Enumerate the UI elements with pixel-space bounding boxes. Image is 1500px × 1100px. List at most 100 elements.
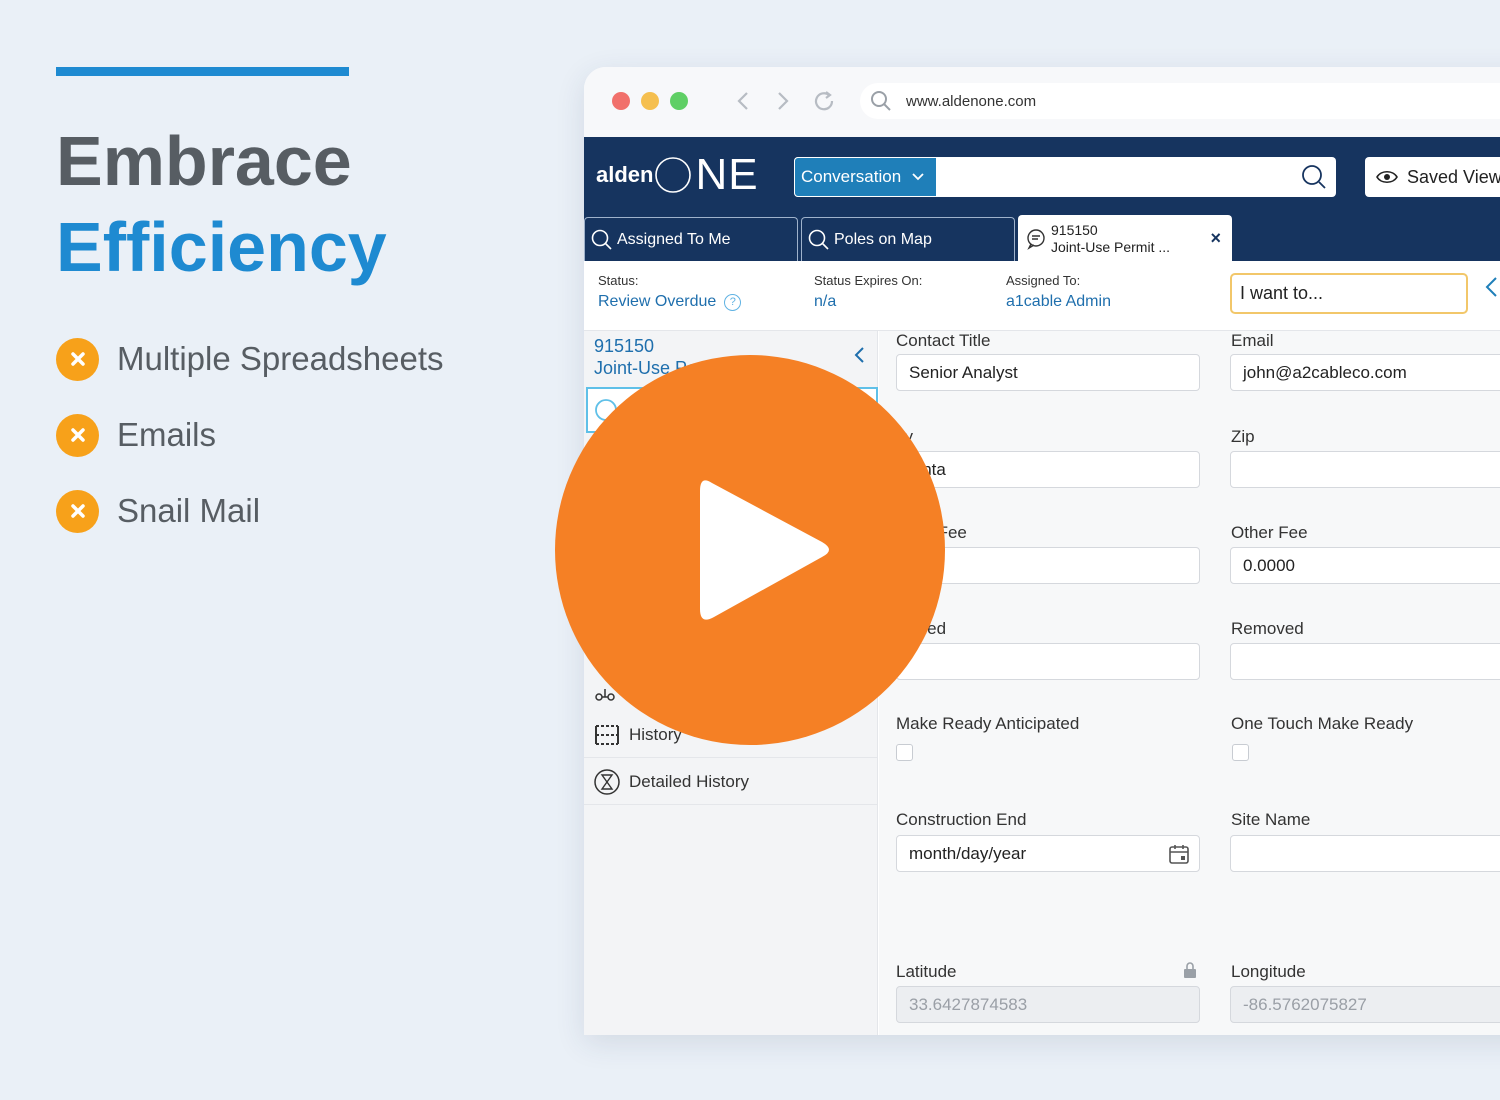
tab-poles-on-map[interactable]: Poles on Map — [801, 217, 1015, 261]
lock-icon — [1184, 962, 1196, 978]
search-icon — [1302, 165, 1326, 189]
email-label: Email — [1231, 331, 1274, 350]
search-scope-label: Conversation — [801, 167, 902, 186]
city-field[interactable]: lanta — [896, 451, 1200, 488]
close-window-button[interactable] — [612, 92, 630, 110]
tab-record-id: 915150 — [1051, 221, 1098, 238]
x-circle-icon — [56, 489, 99, 533]
logo-alden: alden — [596, 162, 654, 187]
url-text: www.aldenone.com — [906, 92, 1037, 110]
lashed-field[interactable] — [896, 643, 1200, 680]
tab-joint-use-permit[interactable]: 915150 Joint-Use Permit ... × — [1018, 215, 1232, 261]
headline-line-1: Embrace — [56, 122, 352, 200]
assigned-to-field: Assigned To: a1cable Admin — [1006, 273, 1111, 311]
problem-list: Multiple Spreadsheets Emails Snail Mail — [56, 337, 444, 565]
forward-icon[interactable] — [768, 87, 796, 115]
record-status-bar: Status: Review Overdue? Status Expires O… — [584, 261, 1500, 331]
make-ready-anticipated-label: Make Ready Anticipated — [896, 714, 1080, 733]
removed-field[interactable] — [1230, 643, 1500, 680]
search-icon — [871, 91, 891, 111]
problem-label: Snail Mail — [117, 492, 261, 529]
tab-label: Assigned To Me — [617, 230, 731, 248]
back-icon[interactable] — [730, 87, 758, 115]
saved-view-button[interactable]: Saved View — [1365, 157, 1500, 197]
minimize-window-button[interactable] — [641, 92, 659, 110]
make-ready-anticipated-checkbox[interactable] — [896, 744, 913, 761]
status-value[interactable]: Review Overdue — [598, 293, 716, 311]
construction-end-label: Construction End — [896, 810, 1027, 829]
status-expires-label: Status Expires On: — [814, 273, 923, 288]
chevron-down-icon — [911, 167, 925, 187]
browser-chrome: www.aldenone.com — [584, 67, 1500, 137]
one-touch-make-ready-label: One Touch Make Ready — [1231, 714, 1414, 733]
search-input[interactable] — [937, 157, 1292, 197]
collapse-sidebar-icon[interactable] — [853, 345, 865, 371]
search-icon — [808, 229, 829, 250]
contact-title-field[interactable]: Senior Analyst — [896, 354, 1200, 391]
sidebar-record-id: 915150 — [594, 336, 655, 356]
zip-field[interactable] — [1230, 451, 1500, 488]
problem-label: Multiple Spreadsheets — [117, 340, 444, 377]
logo-one: NE — [695, 150, 759, 199]
problem-item: Multiple Spreadsheets — [56, 337, 444, 381]
tab-bar: Assigned To Me Poles on Map 915150 Joint… — [584, 215, 1235, 261]
status-expires-value: n/a — [814, 293, 837, 310]
assigned-to-value[interactable]: a1cable Admin — [1006, 293, 1111, 311]
search-icon — [591, 229, 612, 250]
search-scope-dropdown[interactable]: Conversation — [794, 157, 937, 197]
removed-label: Removed — [1231, 619, 1304, 638]
headline: Embrace Efficiency — [56, 118, 387, 290]
longitude-field: -86.5762075827 — [1230, 986, 1500, 1023]
problem-item: Snail Mail — [56, 489, 444, 533]
record-form: Contact Title Senior Analyst Email john@… — [879, 331, 1500, 1035]
sidebar-item-detailed-history[interactable]: Detailed History — [584, 759, 878, 805]
status-expires-field: Status Expires On: n/a — [814, 273, 922, 311]
zip-label: Zip — [1231, 427, 1255, 446]
problem-item: Emails — [56, 413, 444, 457]
address-bar[interactable]: www.aldenone.com — [860, 83, 1500, 119]
reload-icon[interactable] — [810, 87, 838, 115]
sidebar-item-label: Detailed History — [629, 771, 749, 791]
contact-title-label: Contact Title — [896, 331, 991, 350]
tab-assigned-to-me[interactable]: Assigned To Me — [584, 217, 798, 261]
latitude-label: Latitude — [896, 962, 957, 981]
email-field[interactable]: john@a2cableco.com — [1230, 354, 1500, 391]
close-tab-button[interactable]: × — [1210, 228, 1221, 249]
x-circle-icon — [56, 337, 99, 381]
play-icon — [700, 480, 829, 620]
eye-icon — [1376, 170, 1398, 184]
help-icon[interactable]: ? — [724, 293, 742, 311]
saved-view-label: Saved View — [1407, 166, 1500, 187]
play-video-button[interactable] — [555, 355, 945, 745]
maximize-window-button[interactable] — [670, 92, 688, 110]
construction-end-date-input[interactable]: month/day/year — [896, 835, 1200, 872]
date-placeholder: month/day/year — [909, 843, 1027, 863]
longitude-label: Longitude — [1231, 962, 1306, 981]
tab-record-name: Joint-Use Permit ... — [1051, 238, 1171, 255]
status-field: Status: Review Overdue? — [598, 273, 742, 311]
app-header: alden NE Conversation Saved View Assigne… — [584, 137, 1500, 261]
calendar-icon[interactable] — [1167, 842, 1191, 866]
other-fee-label: Other Fee — [1231, 523, 1308, 542]
accent-bar — [56, 67, 349, 76]
i-want-to-input[interactable]: I want to... — [1230, 273, 1468, 314]
hourglass-icon — [594, 768, 620, 795]
site-name-label: Site Name — [1231, 810, 1311, 829]
headline-line-2: Efficiency — [56, 208, 387, 286]
problem-label: Emails — [117, 416, 217, 453]
site-name-field[interactable] — [1230, 835, 1500, 872]
one-touch-make-ready-checkbox[interactable] — [1232, 744, 1249, 761]
status-label: Status: — [598, 273, 639, 288]
history-icon — [595, 724, 619, 745]
alden-one-logo[interactable]: alden NE — [596, 150, 759, 199]
logo-o-mark — [655, 157, 692, 193]
assigned-to-label: Assigned To: — [1006, 273, 1081, 288]
conversation-icon — [1027, 228, 1045, 250]
other-fee-field[interactable]: 0.0000 — [1230, 547, 1500, 584]
global-search: Conversation — [794, 157, 1336, 197]
tab-label: Poles on Map — [834, 230, 932, 248]
chevron-left-icon[interactable] — [1484, 275, 1498, 306]
search-button[interactable] — [1292, 157, 1336, 197]
latitude-field: 33.6427874583 — [896, 986, 1200, 1023]
x-circle-icon — [56, 413, 99, 457]
